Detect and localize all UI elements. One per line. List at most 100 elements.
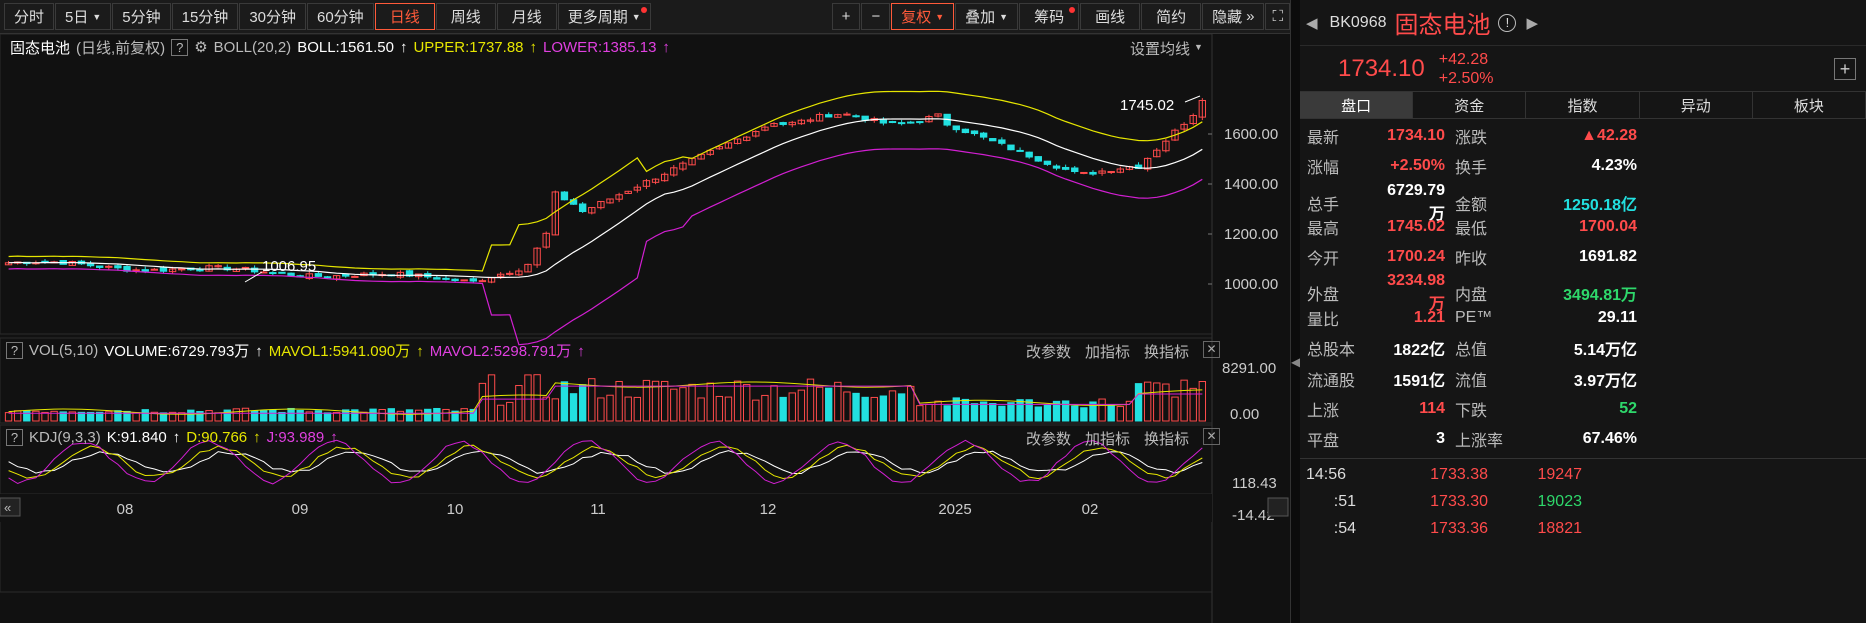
- chips-label: 筹码: [1034, 9, 1065, 26]
- sector-name: 固态电池: [10, 39, 71, 57]
- candle-body: [1052, 165, 1061, 169]
- price-axis-label: 1000.00: [1224, 276, 1278, 293]
- candle-body: [95, 265, 104, 268]
- tab-sector[interactable]: 板块: [1753, 92, 1866, 118]
- period-5day-button[interactable]: 5日 ▼: [55, 3, 112, 30]
- help-icon[interactable]: ?: [6, 341, 23, 359]
- period-daily-button[interactable]: 日线: [374, 3, 435, 30]
- candle-body: [442, 277, 450, 280]
- period-15min-button[interactable]: 15分钟: [171, 3, 239, 30]
- stat-value: 3494.81万: [1563, 287, 1637, 305]
- candle-body: [1025, 151, 1033, 158]
- add-watchlist-icon[interactable]: +: [1834, 58, 1856, 80]
- quote-header: ◀ BK0968 固态电池 ! ▶: [1300, 0, 1866, 46]
- kdj-k-text: K:91.840: [106, 428, 167, 446]
- prev-arrow-icon[interactable]: ◀: [1306, 14, 1318, 32]
- add-indicator-button[interactable]: 加指标: [1085, 341, 1130, 362]
- next-arrow-icon[interactable]: ▶: [1526, 14, 1538, 32]
- collapse-arrow-icon[interactable]: ◀: [1291, 355, 1300, 369]
- candle-body: [114, 265, 122, 269]
- period-60min-button[interactable]: 60分钟: [307, 3, 374, 30]
- kline-chart[interactable]: 1600.00 1400.00 1200.00 1000.00 1745.02 1006.…: [0, 33, 1290, 623]
- ma-settings-button[interactable]: 设置均线 ▼: [1130, 38, 1203, 59]
- pane-splitter[interactable]: ◀: [1290, 0, 1300, 623]
- help-icon[interactable]: ?: [171, 38, 189, 56]
- tab-movement[interactable]: 异动: [1640, 92, 1753, 118]
- candle-body: [578, 203, 587, 213]
- stat-value: 5.14万亿: [1573, 342, 1637, 360]
- candle-body: [451, 278, 459, 282]
- draw-line-button[interactable]: 画线: [1080, 3, 1141, 30]
- tab-index[interactable]: 指数: [1526, 92, 1640, 118]
- simple-mode-button[interactable]: 简约: [1141, 3, 1202, 30]
- stat-row: 上涨 114 下跌 52: [1300, 394, 1866, 424]
- zoom-out-button[interactable]: −: [861, 3, 891, 30]
- volume-bar: [1080, 407, 1088, 422]
- vol-indicator-name: VOL(5,10): [29, 341, 99, 359]
- info-icon[interactable]: !: [1498, 13, 1517, 32]
- volume-bar: [187, 409, 195, 422]
- tick-row: 14:56 1733.38 19247: [1300, 461, 1866, 488]
- ma-settings-label: 设置均线: [1130, 41, 1191, 58]
- overlay-button[interactable]: 叠加 ▼: [955, 3, 1019, 30]
- chart-area[interactable]: 1600.00 1400.00 1200.00 1000.00 1745.02 1006.…: [0, 33, 1290, 623]
- volume-bar: [114, 410, 122, 422]
- last-price: 1734.10: [1338, 54, 1425, 82]
- more-periods-button[interactable]: 更多周期 ▼: [557, 3, 651, 30]
- period-weekly-button[interactable]: 周线: [435, 3, 496, 30]
- stat-value: 1700.24: [1387, 248, 1445, 266]
- edit-params-button[interactable]: 改参数: [1026, 428, 1071, 449]
- quote-tabs: 盘口 资金 指数 异动 板块: [1300, 91, 1866, 119]
- stat-label: 最低: [1455, 221, 1488, 239]
- period-5min-button[interactable]: 5分钟: [112, 3, 171, 30]
- stat-row: 流通股 1591亿 流值 3.97万亿: [1300, 363, 1866, 393]
- price-summary: 1734.10 +42.28 +2.50% +: [1300, 46, 1866, 91]
- sector-title: 固态电池: [1394, 12, 1491, 39]
- chevron-down-icon: ▼: [999, 11, 1009, 22]
- stat-label: 总股本: [1307, 342, 1356, 360]
- volume-bar: [250, 410, 259, 422]
- vol-pane-actions: 改参数 加指标 换指标 ✕: [1026, 341, 1221, 362]
- volume-bar: [141, 409, 149, 422]
- tick-volume: 19247: [1537, 465, 1583, 483]
- volume-bar: [296, 409, 304, 422]
- stat-value: 1250.18亿: [1563, 196, 1637, 214]
- period-monthly-button[interactable]: 月线: [496, 3, 557, 30]
- chips-button[interactable]: 筹码: [1019, 3, 1080, 30]
- stat-value: 1591亿: [1393, 372, 1445, 390]
- hide-label: 隐藏: [1212, 9, 1243, 26]
- fullscreen-button[interactable]: ⛶: [1265, 3, 1290, 30]
- period-intraday-button[interactable]: 分时: [4, 3, 55, 30]
- switch-indicator-button[interactable]: 换指标: [1144, 341, 1189, 362]
- volume-bar: [569, 393, 578, 422]
- boll-mid-text: BOLL:1561.50: [297, 38, 394, 56]
- close-icon[interactable]: ✕: [1203, 428, 1221, 445]
- stat-value: 3.97万亿: [1573, 372, 1637, 390]
- stat-value: 1734.10: [1387, 127, 1445, 145]
- period-30min-button[interactable]: 30分钟: [239, 3, 306, 30]
- help-icon[interactable]: ?: [6, 428, 23, 446]
- gear-icon[interactable]: ⚙: [194, 38, 207, 56]
- candle-body: [351, 275, 359, 278]
- hide-button[interactable]: 隐藏»: [1202, 3, 1265, 30]
- tick-list: 14:56 1733.38 19247:51 1733.30 19023:54 …: [1300, 459, 1866, 542]
- candle-body: [1071, 167, 1079, 173]
- chart-toolbar: 分时 5日 ▼ 5分钟 15分钟 30分钟 60分钟 日线 周线 月线 更多周期 ▼…: [0, 0, 1290, 34]
- tab-order-book[interactable]: 盘口: [1300, 92, 1414, 118]
- mavol1-value: MAVOL1:5941.090万 ↑: [268, 342, 424, 360]
- adjust-rights-button[interactable]: 复权 ▼: [891, 3, 955, 30]
- candle-body: [196, 269, 204, 272]
- kdj-d-text: D:90.766: [186, 428, 248, 446]
- edit-params-button[interactable]: 改参数: [1026, 341, 1071, 362]
- volume-bar: [278, 411, 286, 422]
- zoom-in-button[interactable]: +: [831, 3, 861, 30]
- volume-bar: [314, 410, 323, 422]
- close-icon[interactable]: ✕: [1203, 341, 1221, 358]
- stat-value: 1691.82: [1579, 248, 1637, 266]
- tick-price: 1733.38: [1430, 465, 1488, 483]
- tab-funds[interactable]: 资金: [1413, 92, 1527, 118]
- stat-value: 4.23%: [1591, 157, 1637, 175]
- add-indicator-button[interactable]: 加指标: [1085, 428, 1130, 449]
- switch-indicator-button[interactable]: 换指标: [1144, 428, 1189, 449]
- volume-bar: [1025, 399, 1033, 422]
